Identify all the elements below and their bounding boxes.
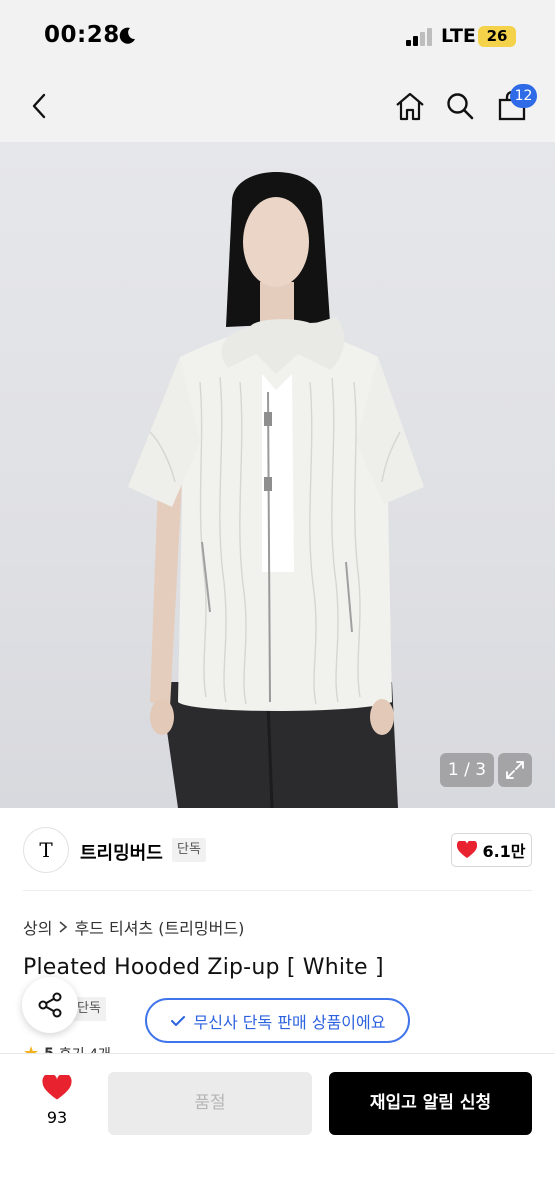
status-time: 00:28 bbox=[44, 22, 120, 48]
heart-icon bbox=[42, 1073, 72, 1100]
product-image[interactable] bbox=[0, 142, 555, 808]
divider bbox=[23, 890, 532, 891]
moon-icon bbox=[119, 27, 135, 44]
brand-name[interactable]: 트리밍버드 bbox=[80, 839, 163, 865]
model-illustration bbox=[128, 172, 424, 808]
cart-count-badge: 12 bbox=[510, 84, 537, 108]
share-button[interactable] bbox=[22, 977, 78, 1033]
exclusive-banner-label: 무신사 단독 판매 상품이에요 bbox=[193, 1012, 386, 1032]
share-icon bbox=[38, 992, 62, 1018]
heart-icon bbox=[457, 841, 478, 858]
breadcrumb-item-subcategory[interactable]: 후드 티셔츠 (트리밍버드) bbox=[74, 915, 244, 939]
wishlist-button[interactable]: 93 bbox=[30, 1073, 84, 1127]
network-label: LTE bbox=[441, 25, 476, 47]
sold-out-button: 품절 bbox=[108, 1072, 312, 1135]
brand-like-count: 6.1만 bbox=[482, 842, 526, 861]
brand-like-button[interactable]: 6.1만 bbox=[451, 833, 532, 867]
nav-bar bbox=[0, 72, 555, 142]
home-icon bbox=[396, 92, 424, 121]
chevron-right-icon bbox=[59, 921, 68, 933]
image-counter: 1 / 3 bbox=[440, 753, 494, 787]
expand-icon bbox=[506, 761, 524, 779]
wishlist-count: 93 bbox=[46, 1108, 68, 1127]
search-button[interactable] bbox=[440, 86, 480, 126]
expand-image-button[interactable] bbox=[498, 753, 532, 787]
brand-logo[interactable]: T bbox=[23, 827, 69, 873]
search-icon bbox=[447, 93, 474, 120]
chevron-left-icon bbox=[32, 93, 46, 119]
breadcrumb: 상의 후드 티셔츠 (트리밍버드) bbox=[23, 915, 244, 939]
breadcrumb-item-category[interactable]: 상의 bbox=[23, 915, 52, 939]
restock-alert-button[interactable]: 재입고 알림 신청 bbox=[329, 1072, 532, 1135]
signal-icon bbox=[406, 28, 436, 46]
status-bar: 00:28 LTE 26 bbox=[0, 0, 555, 72]
check-icon bbox=[170, 1015, 185, 1026]
product-title: Pleated Hooded Zip-up [ White ] bbox=[23, 955, 384, 980]
back-button[interactable] bbox=[20, 86, 60, 126]
battery-indicator: 26 bbox=[478, 26, 516, 47]
home-button[interactable] bbox=[390, 86, 430, 126]
brand-exclusive-tag: 단독 bbox=[172, 838, 206, 862]
brand-logo-text: T bbox=[39, 838, 53, 862]
exclusive-sale-banner[interactable]: 무신사 단독 판매 상품이에요 bbox=[145, 998, 410, 1043]
